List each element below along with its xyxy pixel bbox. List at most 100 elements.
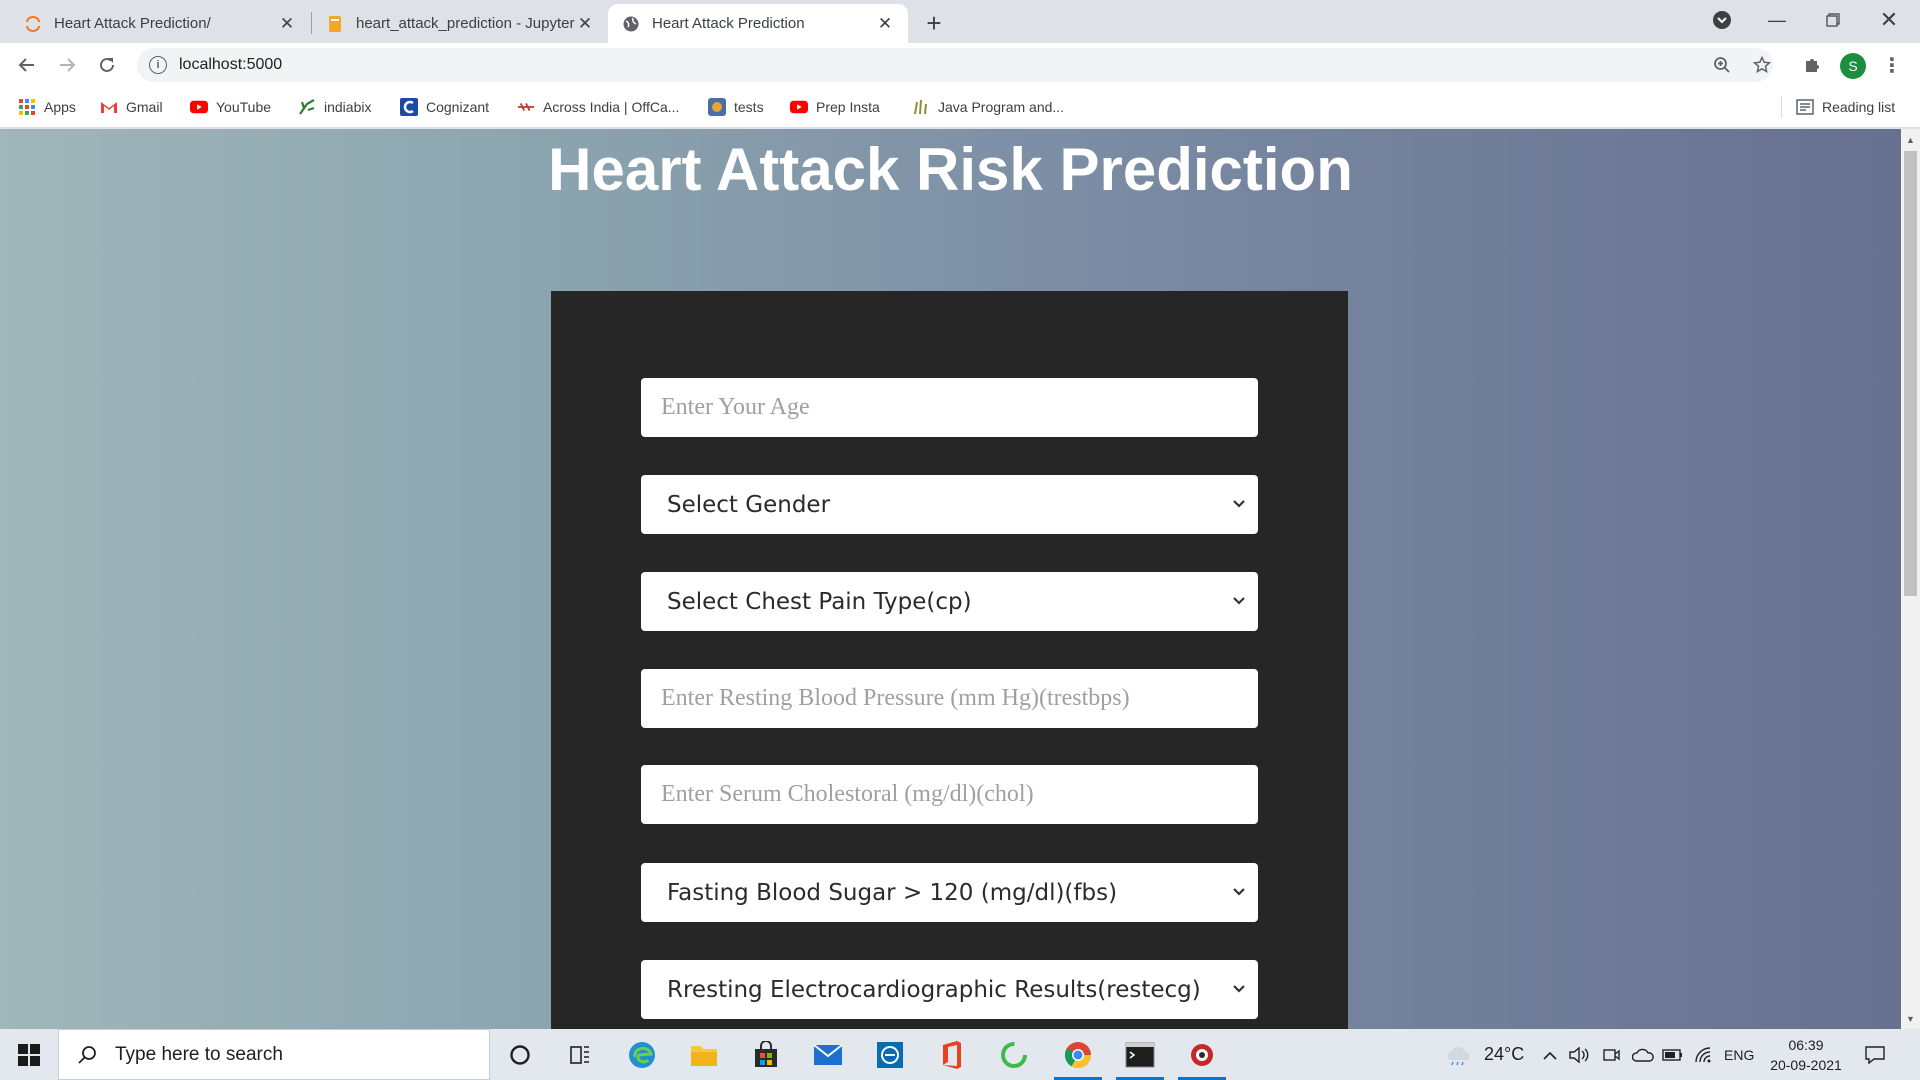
chevron-down-icon xyxy=(1233,985,1245,993)
scroll-up-icon[interactable]: ▲ xyxy=(1901,131,1920,148)
cortana-icon[interactable] xyxy=(490,1029,550,1080)
gender-select[interactable]: Select Gender xyxy=(641,475,1258,534)
notifications-icon[interactable] xyxy=(1864,1029,1886,1080)
bookmark-label: Gmail xyxy=(126,99,163,115)
bookmark-apps[interactable]: Apps xyxy=(18,95,76,119)
bookmark-label: YouTube xyxy=(216,99,272,115)
minimize-icon[interactable]: — xyxy=(1750,0,1804,40)
close-icon[interactable]: ✕ xyxy=(278,14,296,33)
chrome-icon[interactable] xyxy=(1048,1029,1108,1080)
chest-pain-select[interactable]: Select Chest Pain Type(cp) xyxy=(641,572,1258,631)
bookmarks-divider xyxy=(1781,96,1782,118)
restecg-select[interactable]: Rresting Electrocardiographic Results(re… xyxy=(641,960,1258,1019)
loading-app-icon[interactable] xyxy=(984,1029,1044,1080)
bookmark-label: indiabix xyxy=(324,99,372,115)
bookmark-offcampus[interactable]: Across India | OffCa... xyxy=(517,95,679,119)
reload-icon[interactable] xyxy=(92,50,122,80)
scroll-thumb[interactable] xyxy=(1904,151,1917,596)
language-indicator[interactable]: ENG xyxy=(1724,1029,1754,1080)
cognizant-icon xyxy=(400,98,418,116)
task-view-icon[interactable] xyxy=(550,1029,610,1080)
tab-title: Heart Attack Prediction/ xyxy=(54,15,211,32)
age-input[interactable]: Enter Your Age xyxy=(641,378,1258,437)
resting-bp-input[interactable]: Enter Resting Blood Pressure (mm Hg)(tre… xyxy=(641,669,1258,728)
tab-search-button[interactable] xyxy=(1695,0,1749,40)
store-icon[interactable] xyxy=(736,1029,796,1080)
tab-jupyter-notebook[interactable]: heart_attack_prediction - Jupyter ✕ xyxy=(312,4,608,43)
edge-icon[interactable] xyxy=(612,1029,672,1080)
clock-time: 06:39 xyxy=(1788,1037,1824,1053)
wifi-icon[interactable] xyxy=(1694,1029,1714,1080)
restore-icon[interactable] xyxy=(1806,0,1860,40)
jupyter-spinner-icon xyxy=(24,15,42,33)
bookmark-tests[interactable]: tests xyxy=(708,95,764,119)
close-window-icon[interactable]: ✕ xyxy=(1862,0,1916,40)
profile-avatar[interactable]: S xyxy=(1840,53,1866,79)
tab-title: heart_attack_prediction - Jupyter xyxy=(356,15,575,32)
bookmark-gmail[interactable]: Gmail xyxy=(100,95,163,119)
back-icon[interactable] xyxy=(12,50,42,80)
tab-heart-attack-prediction[interactable]: Heart Attack Prediction ✕ xyxy=(608,4,908,43)
restecg-value: Rresting Electrocardiographic Results(re… xyxy=(667,976,1201,1003)
fbs-value: Fasting Blood Sugar > 120 (mg/dl)(fbs) xyxy=(667,879,1118,906)
youtube-icon xyxy=(790,98,808,116)
volume-icon[interactable] xyxy=(1568,1029,1590,1080)
cholesterol-placeholder: Enter Serum Cholestoral (mg/dl)(chol) xyxy=(661,781,1034,807)
scroll-down-icon[interactable]: ▼ xyxy=(1901,1010,1920,1027)
clock-date: 20-09-2021 xyxy=(1770,1057,1842,1073)
anaconda-icon[interactable] xyxy=(1172,1029,1232,1080)
age-placeholder: Enter Your Age xyxy=(661,394,810,420)
system-clock[interactable]: 06:39 20-09-2021 xyxy=(1760,1035,1852,1075)
browser-menu-icon[interactable]: ⋮ xyxy=(1882,51,1902,79)
bookmark-star-icon[interactable] xyxy=(1748,51,1776,79)
offcampus-icon xyxy=(517,98,535,116)
bookmark-prep-insta[interactable]: Prep Insta xyxy=(790,95,880,119)
site-info-icon[interactable]: i xyxy=(149,56,167,74)
windows-start-icon[interactable] xyxy=(0,1029,58,1080)
mail-icon[interactable] xyxy=(798,1029,858,1080)
tray-overflow-icon[interactable] xyxy=(1542,1029,1558,1080)
tab-title: Heart Attack Prediction xyxy=(652,15,805,32)
java-icon xyxy=(912,98,930,116)
meet-now-icon[interactable] xyxy=(1602,1029,1620,1080)
bookmark-label: tests xyxy=(734,99,764,115)
taskbar-search-box[interactable]: Type here to search xyxy=(58,1029,490,1080)
close-icon[interactable]: ✕ xyxy=(576,14,594,33)
weather-widget[interactable]: 24°C xyxy=(1444,1029,1524,1080)
bookmark-indiabix[interactable]: indiabix xyxy=(298,95,371,119)
cholesterol-input[interactable]: Enter Serum Cholestoral (mg/dl)(chol) xyxy=(641,765,1258,824)
zoom-icon[interactable] xyxy=(1708,51,1736,79)
bookmark-label: Across India | OffCa... xyxy=(543,99,680,115)
file-explorer-icon[interactable] xyxy=(674,1029,734,1080)
page-scrollbar[interactable]: ▲ ▼ xyxy=(1901,129,1920,1029)
reading-list-label: Reading list xyxy=(1822,99,1896,115)
extensions-puzzle-icon[interactable] xyxy=(1798,51,1826,79)
battery-icon[interactable] xyxy=(1662,1029,1684,1080)
prediction-form: Enter Your Age Select Gender Select Ches… xyxy=(551,291,1348,1029)
chevron-down-icon xyxy=(1233,597,1245,605)
terminal-icon[interactable] xyxy=(1110,1029,1170,1080)
bookmark-java-program[interactable]: Java Program and... xyxy=(912,95,1064,119)
close-icon[interactable]: ✕ xyxy=(876,14,894,33)
chest-pain-value: Select Chest Pain Type(cp) xyxy=(667,588,972,615)
new-tab-button[interactable]: + xyxy=(919,8,949,38)
page-title: Heart Attack Risk Prediction xyxy=(548,136,1353,203)
reading-list-button[interactable]: Reading list xyxy=(1796,95,1895,119)
bookmark-youtube[interactable]: YouTube xyxy=(190,95,271,119)
forward-icon[interactable] xyxy=(52,50,82,80)
notebook-icon xyxy=(326,15,344,33)
bookmark-label: Apps xyxy=(44,99,76,115)
address-bar[interactable]: i localhost:5000 xyxy=(137,48,1773,82)
office-icon[interactable] xyxy=(922,1029,982,1080)
tests-icon xyxy=(708,98,726,116)
fasting-blood-sugar-select[interactable]: Fasting Blood Sugar > 120 (mg/dl)(fbs) xyxy=(641,863,1258,922)
onedrive-icon[interactable] xyxy=(1632,1029,1654,1080)
resting-bp-placeholder: Enter Resting Blood Pressure (mm Hg)(tre… xyxy=(661,685,1130,711)
bookmark-cognizant[interactable]: Cognizant xyxy=(400,95,489,119)
tab-strip: Heart Attack Prediction/ ✕ heart_attack_… xyxy=(0,0,1920,43)
search-icon xyxy=(78,1045,96,1064)
url-text: localhost:5000 xyxy=(179,56,283,73)
weather-cloud-icon xyxy=(1447,1046,1470,1065)
dell-icon[interactable] xyxy=(860,1029,920,1080)
tab-jupyter-tree[interactable]: Heart Attack Prediction/ ✕ xyxy=(10,4,310,43)
